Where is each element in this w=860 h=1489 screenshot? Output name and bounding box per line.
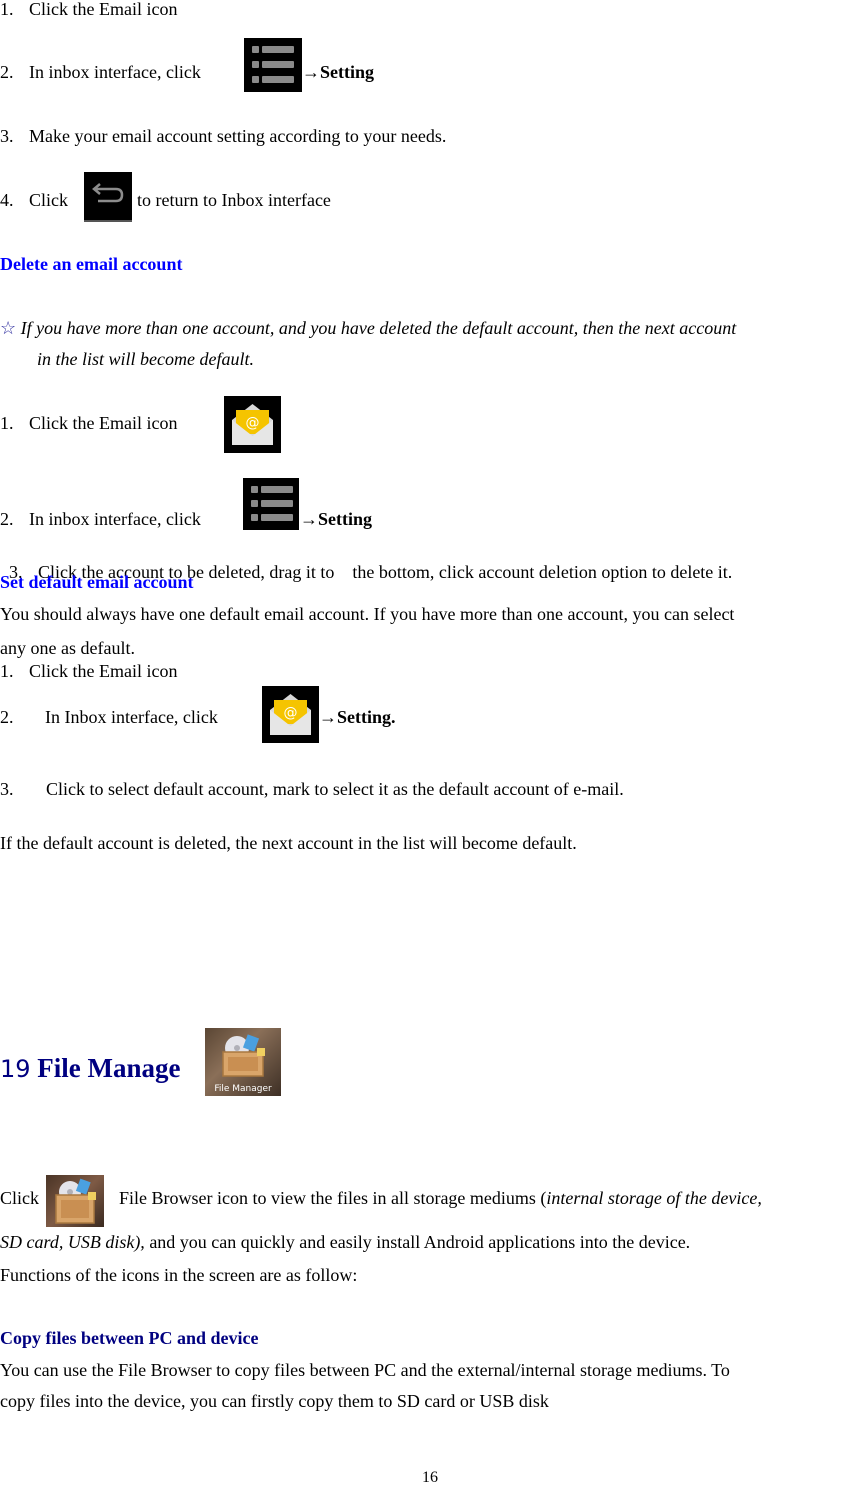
step-1: 1. Click the Email icon — [0, 412, 177, 434]
svg-text:@: @ — [284, 705, 298, 721]
step-number: 4. — [0, 190, 14, 210]
setting-label: →Setting — [302, 62, 374, 82]
step-number: 2. — [0, 62, 14, 82]
step-number: 1. — [0, 413, 14, 433]
email-icon: @ — [224, 396, 281, 453]
step-number: 3. — [0, 126, 14, 146]
step-text: In inbox interface, click — [29, 62, 201, 82]
paragraph-italic: internal storage of the device, — [546, 1188, 762, 1208]
step-number: 1. — [0, 661, 14, 681]
svg-text:@: @ — [246, 415, 260, 431]
section-title: 19 File Manage — [0, 1052, 181, 1085]
copy-files-heading: Copy files between PC and device — [0, 1328, 259, 1348]
file-browser-paragraph-line-2: SD card, USB disk), and you can quickly … — [0, 1231, 690, 1253]
star-icon: ☆ — [0, 318, 17, 338]
intro-line-2: any one as default. — [0, 638, 135, 658]
step-2: 2. In Inbox interface, click — [0, 706, 218, 728]
step-text-after: to return to Inbox interface — [137, 190, 331, 210]
setting-label: →Setting — [300, 509, 372, 529]
section-number: 19 — [0, 1055, 31, 1083]
intro-line-1: You should always have one default email… — [0, 604, 735, 624]
file-manager-icon: File Manager — [205, 1028, 281, 1096]
step-number: 1. — [0, 0, 14, 19]
copy-line-1: You can use the File Browser to copy fil… — [0, 1360, 730, 1380]
click-label: Click — [0, 1188, 39, 1208]
step-2: 2. In inbox interface, click — [0, 508, 201, 530]
footer-note: If the default account is deleted, the n… — [0, 833, 577, 853]
step-text: Click — [29, 190, 68, 210]
step-text: Click the Email icon — [29, 0, 178, 19]
step-number: 2. — [0, 509, 14, 529]
step-3: 3. Make your email account setting accord… — [0, 125, 446, 147]
functions-line: Functions of the icons in the screen are… — [0, 1265, 358, 1285]
paragraph-text: and you can quickly and easily install A… — [144, 1232, 691, 1252]
menu-icon — [244, 38, 302, 92]
step-text: In inbox interface, click — [29, 509, 201, 529]
step-1: 1. Click the Email icon — [0, 0, 177, 20]
section-title-text: File Manage — [37, 1053, 181, 1083]
step-text: Click the Email icon — [29, 413, 178, 433]
copy-line-2: copy files into the device, you can firs… — [0, 1391, 549, 1411]
file-browser-icon — [46, 1175, 104, 1227]
note-text: If you have more than one account, and y… — [20, 318, 737, 338]
back-icon — [84, 172, 132, 222]
paragraph-text: File Browser icon to view the files in a… — [119, 1188, 547, 1208]
default-account-heading: Set default email account — [0, 572, 194, 592]
setting-label: →Setting. — [319, 707, 396, 727]
step-text: Make your email account setting accordin… — [29, 126, 447, 146]
step-2: 2. In inbox interface, click — [0, 61, 201, 83]
file-manager-icon-label: File Manager — [214, 1084, 272, 1094]
step-3: 3. Click to select default account, mark … — [0, 778, 624, 800]
step-4: 4. Click — [0, 189, 68, 211]
delete-account-heading: Delete an email account — [0, 254, 183, 274]
step-1: 1. Click the Email icon — [0, 660, 177, 682]
step-text: In Inbox interface, click — [45, 707, 218, 727]
note-line-2: in the list will become default. — [37, 349, 254, 369]
email-icon: @ — [262, 686, 319, 743]
menu-icon — [243, 478, 299, 530]
step-text: Click to select default account, mark to… — [46, 779, 624, 799]
step-text: Click the Email icon — [29, 661, 178, 681]
note-line-1: ☆ If you have more than one account, and… — [0, 317, 736, 339]
step-number: 3. — [0, 779, 14, 799]
file-browser-paragraph-line-1: File Browser icon to view the files in a… — [119, 1187, 762, 1209]
page-number: 16 — [422, 1469, 438, 1486]
step-number: 2. — [0, 707, 14, 727]
paragraph-italic: SD card, USB disk), — [0, 1232, 145, 1252]
